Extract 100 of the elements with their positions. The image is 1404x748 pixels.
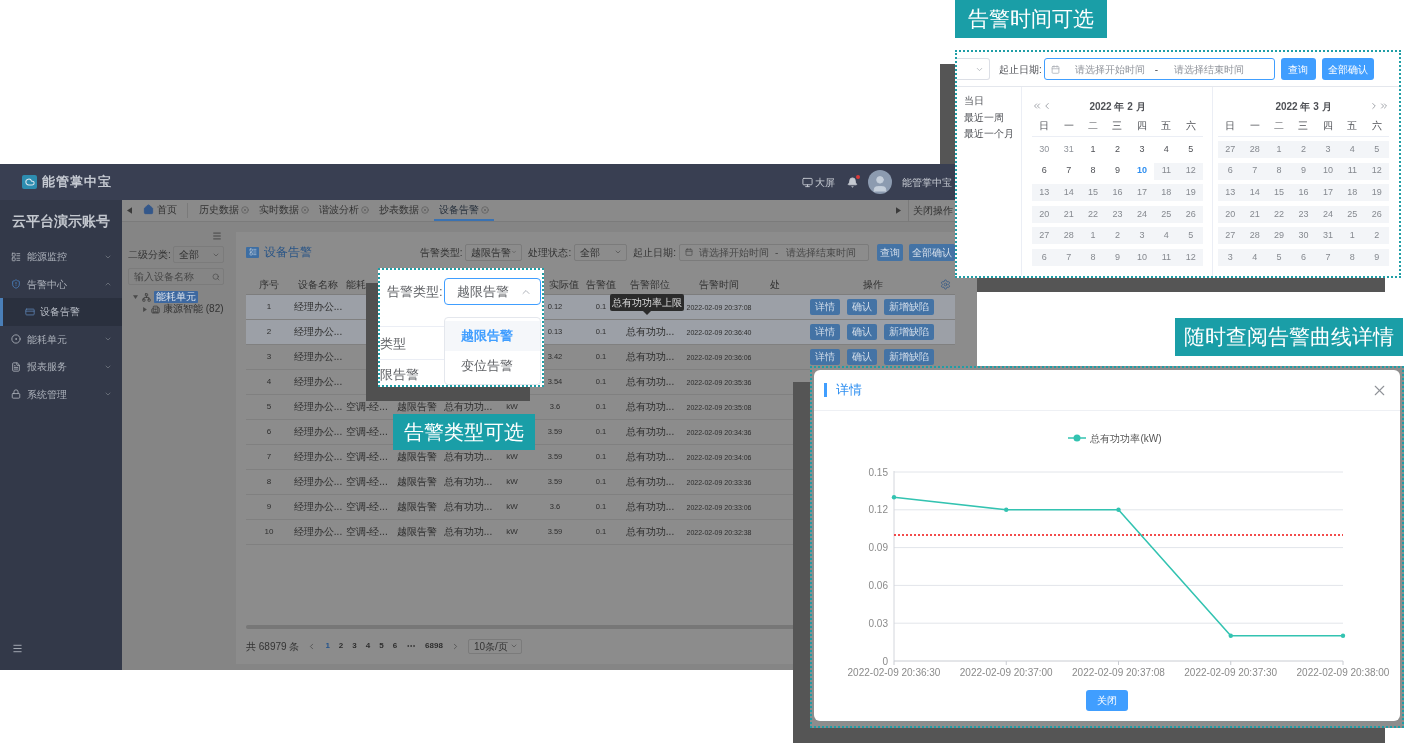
sidebar-item[interactable]: 报表服务 bbox=[0, 353, 122, 381]
settings-icon[interactable] bbox=[940, 279, 951, 290]
chevron-left-icon[interactable] bbox=[1042, 101, 1052, 111]
tab[interactable]: 抄表数据 bbox=[374, 200, 434, 221]
calendar-day: 24 bbox=[1315, 205, 1341, 223]
page-number[interactable]: 4 bbox=[365, 640, 371, 652]
page-number[interactable]: 3 bbox=[352, 640, 357, 652]
calendar-day[interactable]: 4 bbox=[1154, 141, 1179, 158]
select-field[interactable] bbox=[957, 58, 990, 80]
home-tab[interactable]: 首页 bbox=[139, 200, 181, 221]
filter-button[interactable]: 查询 bbox=[877, 243, 903, 261]
tab[interactable]: 历史数据 bbox=[194, 200, 254, 221]
close-tabs-menu[interactable]: 关闭操作 bbox=[913, 203, 953, 218]
page-number[interactable]: 6898 bbox=[425, 640, 443, 652]
calendar-day: 18 bbox=[1340, 184, 1365, 202]
sidebar-item[interactable]: 能耗单元 bbox=[0, 325, 122, 353]
dropdown-option[interactable]: 越限告警 bbox=[445, 321, 540, 351]
filter-button[interactable]: 全部确认 bbox=[1321, 58, 1374, 80]
select-field[interactable]: 越限告警 bbox=[444, 278, 541, 305]
calendar-day[interactable]: 10 bbox=[1129, 162, 1155, 180]
sidebar-item[interactable]: 告警中心 bbox=[0, 270, 122, 298]
row-action-button[interactable]: 详情 bbox=[810, 299, 840, 315]
row-action-button[interactable]: 确认 bbox=[847, 299, 877, 315]
filter-button[interactable]: 查询 bbox=[1280, 58, 1316, 80]
close-icon[interactable] bbox=[301, 205, 309, 214]
y-tick-label: 0.15 bbox=[868, 466, 888, 478]
close-icon[interactable] bbox=[481, 205, 489, 214]
avatar-icon[interactable] bbox=[868, 170, 892, 194]
date-shortcut[interactable]: 当日 bbox=[964, 96, 984, 107]
row-action-button[interactable]: 新增缺陷 bbox=[884, 349, 934, 365]
metric-name: 总有功功... bbox=[443, 502, 493, 512]
calendar-day: 5 bbox=[1364, 141, 1389, 158]
calendar-day[interactable]: 1 bbox=[1080, 141, 1106, 158]
close-icon[interactable] bbox=[241, 205, 249, 214]
row-action-button[interactable]: 确认 bbox=[847, 349, 877, 365]
page-size-select[interactable]: 10条/页 bbox=[467, 638, 522, 654]
caret-down-icon[interactable] bbox=[133, 295, 138, 299]
close-button[interactable]: 关闭 bbox=[1086, 690, 1128, 711]
menu-icon[interactable] bbox=[12, 643, 23, 654]
calendar-day: 2 bbox=[1364, 227, 1389, 245]
calendar-day[interactable]: 3 bbox=[1129, 141, 1155, 158]
user-name[interactable]: 能管掌中宝 bbox=[902, 174, 952, 190]
date-shortcut[interactable]: 最近一个月 bbox=[964, 129, 1014, 140]
page-number[interactable]: 1 bbox=[325, 640, 330, 652]
calendar-day[interactable]: 7 bbox=[1056, 162, 1081, 180]
date-range-field[interactable]: 请选择开始时间 - 请选择结束时间 bbox=[679, 243, 869, 261]
page-number[interactable]: 6 bbox=[392, 640, 398, 652]
scroll-left-icon[interactable] bbox=[127, 207, 132, 214]
weekday-label: 四 bbox=[1322, 121, 1333, 133]
calendar-day: 28 bbox=[1056, 227, 1081, 245]
calendar-day[interactable]: 6 bbox=[1032, 162, 1057, 180]
date-shortcut[interactable]: 最近一周 bbox=[964, 112, 1004, 123]
calendar-day: 10 bbox=[1315, 162, 1341, 180]
row-action-button[interactable]: 确认 bbox=[847, 324, 877, 340]
calendar-day[interactable]: 5 bbox=[1178, 141, 1203, 158]
calendar-day: 19 bbox=[1178, 184, 1203, 202]
data-point bbox=[1228, 633, 1233, 638]
close-icon[interactable] bbox=[361, 205, 369, 214]
row-number: 5 bbox=[266, 403, 272, 411]
column-header: 操作 bbox=[862, 279, 883, 290]
calendar-day[interactable]: 9 bbox=[1105, 162, 1130, 180]
row-action-button[interactable]: 详情 bbox=[810, 349, 840, 365]
select-field[interactable]: 越限告警 bbox=[465, 243, 523, 261]
tab[interactable]: 实时数据 bbox=[254, 200, 314, 221]
page-number[interactable]: 2 bbox=[338, 640, 344, 652]
sidebar-subitem[interactable]: 设备告警 bbox=[0, 298, 122, 326]
sidebar-item[interactable]: 能源监控 bbox=[0, 243, 122, 271]
date-range-field[interactable]: 请选择开始时间 - 请选择结束时间 bbox=[1043, 58, 1275, 80]
total-count: 共 68979 条 bbox=[246, 639, 300, 654]
collapse-menu-icon[interactable] bbox=[212, 231, 222, 241]
double-chevron-left-icon[interactable] bbox=[1032, 101, 1042, 111]
calendar-day[interactable]: 2 bbox=[1105, 141, 1130, 158]
tab[interactable]: 设备告警 bbox=[434, 200, 494, 221]
calendar-day: 14 bbox=[1056, 184, 1081, 202]
calendar-day[interactable]: 8 bbox=[1080, 162, 1106, 180]
big-screen-button[interactable]: 大屏 bbox=[802, 174, 835, 190]
sidebar-item[interactable]: 系统管理 bbox=[0, 380, 122, 408]
select-field[interactable]: 全部 bbox=[574, 243, 628, 261]
calendar-day[interactable]: 30 bbox=[1032, 141, 1057, 158]
bell-icon[interactable] bbox=[847, 176, 858, 188]
caret-right-icon[interactable] bbox=[143, 306, 147, 312]
row-action-button[interactable]: 详情 bbox=[810, 324, 840, 340]
row-action-button[interactable]: 新增缺陷 bbox=[884, 324, 934, 340]
filter-button[interactable]: 全部确认 bbox=[909, 243, 955, 261]
tree-node[interactable]: 康源智能 (82) bbox=[163, 304, 224, 314]
close-icon[interactable] bbox=[421, 205, 429, 214]
double-chevron-right-icon[interactable] bbox=[1379, 101, 1389, 111]
tree-node[interactable]: 能耗单元 bbox=[154, 291, 198, 303]
column-header: 序号 bbox=[259, 279, 279, 290]
page-number[interactable]: 5 bbox=[379, 640, 384, 652]
category-select[interactable]: 全部 bbox=[172, 246, 224, 263]
calendar-day: 17 bbox=[1315, 184, 1341, 202]
data-point bbox=[1340, 633, 1346, 638]
scroll-right-icon[interactable] bbox=[896, 207, 901, 214]
dropdown-option[interactable]: 变位告警 bbox=[445, 351, 540, 381]
chevron-right-icon[interactable] bbox=[1369, 101, 1379, 111]
calendar-day[interactable]: 31 bbox=[1056, 141, 1081, 158]
device-name: 经理办公... bbox=[293, 352, 343, 362]
tab[interactable]: 谐波分析 bbox=[314, 200, 374, 221]
row-action-button[interactable]: 新增缺陷 bbox=[884, 299, 934, 315]
